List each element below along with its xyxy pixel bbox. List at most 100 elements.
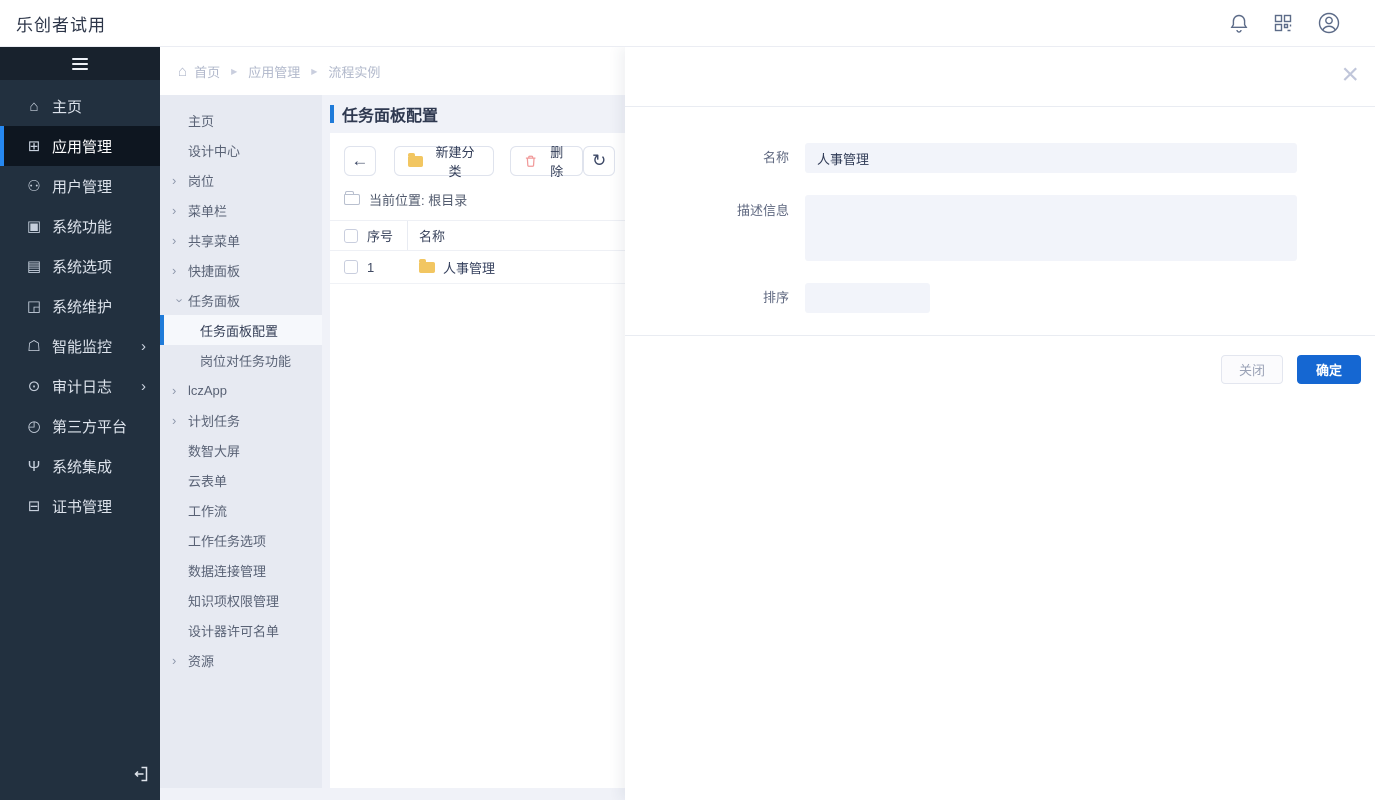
new-category-button[interactable]: 新建分类 bbox=[393, 145, 494, 179]
chevron-icon: › bbox=[172, 297, 188, 303]
submenu-item[interactable]: › 数据连接管理 bbox=[160, 555, 322, 585]
table-row[interactable]: 1 人事管理 bbox=[330, 251, 625, 284]
bell-icon[interactable] bbox=[1229, 13, 1249, 33]
submenu-item-label: 主页 bbox=[188, 113, 215, 129]
user-avatar-icon[interactable] bbox=[1317, 11, 1341, 35]
sidebar-item-label: 系统维护 bbox=[52, 298, 113, 316]
sidebar-item[interactable]: Ψ 系统集成 › bbox=[0, 446, 160, 486]
category-form: 名称 描述信息 排序 bbox=[625, 107, 1375, 313]
submenu-item[interactable]: › 工作任务选项 bbox=[160, 525, 322, 555]
folder-icon bbox=[407, 152, 424, 167]
submenu-item[interactable]: › 任务面板 bbox=[160, 285, 322, 315]
breadcrumb-app-management[interactable]: 应用管理 bbox=[248, 62, 300, 81]
row-name-cell[interactable]: 人事管理 bbox=[419, 258, 495, 277]
content-area: 任务面板配置 ← 新建分类 删除 ↻ 当前位置: 根目录 序号 名称 1 人事管… bbox=[330, 95, 625, 788]
description-label: 描述信息 bbox=[736, 203, 789, 218]
submenu-item-label: 岗位对任务功能 bbox=[200, 353, 292, 369]
menu-icon: ▣ bbox=[26, 218, 42, 235]
sort-label: 排序 bbox=[762, 290, 789, 305]
sidebar-item[interactable]: ▤ 系统选项 › bbox=[0, 246, 160, 286]
submenu-item-label: 岗位 bbox=[188, 173, 215, 189]
panel-header: × bbox=[625, 47, 1375, 107]
submenu-item[interactable]: › 知识项权限管理 bbox=[160, 585, 322, 615]
sidebar-item[interactable]: ⊞ 应用管理 › bbox=[0, 126, 160, 166]
home-icon: ⌂ bbox=[178, 62, 188, 80]
column-header-name: 名称 bbox=[419, 229, 446, 244]
sidebar-item[interactable]: ◴ 第三方平台 › bbox=[0, 406, 160, 446]
table-body: 1 人事管理 bbox=[330, 251, 625, 284]
sidebar-item-label: 智能监控 bbox=[52, 338, 113, 356]
sidebar-item-label: 第三方平台 bbox=[52, 418, 128, 436]
chevron-icon: › bbox=[172, 172, 177, 188]
top-bar: 乐创者试用 bbox=[0, 0, 1375, 47]
toolbar: ← 新建分类 删除 ↻ bbox=[330, 133, 625, 184]
menu-icon: ⊟ bbox=[27, 498, 41, 515]
menu-icon: ⌂ bbox=[29, 97, 39, 115]
edit-category-panel: × 名称 描述信息 排序 关闭 确定 bbox=[625, 47, 1375, 800]
sidebar-item[interactable]: ☖ 智能监控 › bbox=[0, 326, 160, 366]
submenu-item-label: 工作任务选项 bbox=[188, 533, 267, 549]
trash-icon bbox=[525, 155, 536, 167]
back-button[interactable]: ← bbox=[344, 146, 376, 176]
qr-code-icon[interactable] bbox=[1273, 13, 1293, 33]
sidebar-item-label: 系统选项 bbox=[52, 258, 113, 276]
submenu-item[interactable]: › 快捷面板 bbox=[160, 255, 322, 285]
submenu-item-label: 知识项权限管理 bbox=[188, 593, 280, 609]
hamburger-icon bbox=[72, 57, 88, 70]
submenu-item[interactable]: › 菜单栏 bbox=[160, 195, 322, 225]
delete-button[interactable]: 删除 bbox=[509, 145, 584, 179]
refresh-button[interactable]: ↻ bbox=[583, 146, 615, 176]
submenu-item[interactable]: › 设计中心 bbox=[160, 135, 322, 165]
submenu-item-label: 计划任务 bbox=[188, 413, 241, 429]
chevron-right-icon: › bbox=[141, 377, 146, 395]
sidebar-item[interactable]: ⚇ 用户管理 › bbox=[0, 166, 160, 206]
breadcrumb-home[interactable]: 首页 bbox=[194, 62, 220, 81]
submenu-item[interactable]: › 资源 bbox=[160, 645, 322, 675]
menu-icon: Ψ bbox=[27, 457, 41, 475]
name-input[interactable] bbox=[805, 143, 1297, 173]
main-nav: ⌂ 主页 › ⊞ 应用管理 › ⚇ 用户管理 › ▣ 系统功能 › bbox=[0, 80, 160, 526]
sidebar-item[interactable]: ⊙ 审计日志 › bbox=[0, 366, 160, 406]
submenu-item[interactable]: › 数智大屏 bbox=[160, 435, 322, 465]
sort-input[interactable] bbox=[805, 283, 930, 313]
chevron-right-icon: › bbox=[141, 337, 146, 355]
topbar-icons bbox=[1229, 11, 1341, 35]
submenu-item[interactable]: › 工作流 bbox=[160, 495, 322, 525]
submenu-item-label: 设计中心 bbox=[188, 143, 241, 159]
sidebar-item[interactable]: ◲ 系统维护 › bbox=[0, 286, 160, 326]
name-label: 名称 bbox=[762, 150, 789, 165]
logout-icon[interactable] bbox=[132, 765, 150, 788]
folder-icon bbox=[419, 258, 435, 273]
submenu-item[interactable]: › 云表单 bbox=[160, 465, 322, 495]
close-button[interactable]: 关闭 bbox=[1220, 355, 1283, 384]
main-sidebar: ⌂ 主页 › ⊞ 应用管理 › ⚇ 用户管理 › ▣ 系统功能 › bbox=[0, 47, 160, 800]
page-title: 任务面板配置 bbox=[330, 95, 625, 133]
submenu-item[interactable]: › 主页 bbox=[160, 105, 322, 135]
row-checkbox[interactable] bbox=[344, 260, 358, 274]
menu-icon: ☖ bbox=[27, 338, 41, 355]
table-header: 序号 名称 bbox=[330, 220, 625, 251]
select-all-checkbox[interactable] bbox=[344, 228, 358, 243]
submenu-item[interactable]: › 共享菜单 bbox=[160, 225, 322, 255]
menu-icon: ◲ bbox=[26, 298, 42, 315]
submenu-item-label: 云表单 bbox=[188, 473, 228, 489]
sidebar-item-label: 主页 bbox=[52, 98, 83, 116]
submenu-item[interactable]: › 岗位对任务功能 bbox=[160, 345, 322, 375]
menu-icon: ▤ bbox=[26, 258, 42, 275]
submenu-item[interactable]: › 任务面板配置 bbox=[160, 315, 322, 345]
submenu-item[interactable]: › lczApp bbox=[160, 375, 322, 405]
sidebar-collapse-button[interactable] bbox=[0, 47, 160, 80]
submenu-item[interactable]: › 设计器许可名单 bbox=[160, 615, 322, 645]
description-textarea[interactable] bbox=[805, 195, 1297, 261]
sidebar-item[interactable]: ⊟ 证书管理 › bbox=[0, 486, 160, 526]
confirm-button[interactable]: 确定 bbox=[1296, 355, 1361, 384]
sidebar-item-label: 用户管理 bbox=[52, 178, 113, 196]
sidebar-item[interactable]: ⌂ 主页 › bbox=[0, 86, 160, 126]
sidebar-item[interactable]: ▣ 系统功能 › bbox=[0, 206, 160, 246]
close-icon[interactable]: × bbox=[1341, 57, 1359, 93]
row-index: 1 bbox=[367, 259, 375, 275]
column-header-index: 序号 bbox=[367, 229, 394, 244]
submenu-item[interactable]: › 岗位 bbox=[160, 165, 322, 195]
submenu-item[interactable]: › 计划任务 bbox=[160, 405, 322, 435]
secondary-menu: › 主页 › 设计中心 › 岗位 › 菜单栏 bbox=[160, 95, 322, 788]
